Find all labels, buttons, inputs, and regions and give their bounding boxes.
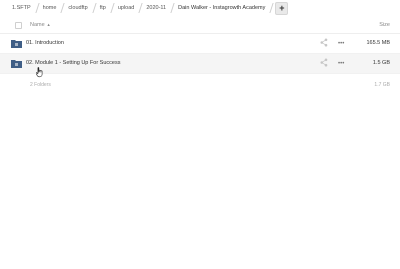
file-name[interactable]: 01. Introduction [26, 40, 64, 46]
sort-ascending-icon: ▲ [46, 22, 51, 27]
name-column-label: Name [30, 22, 45, 28]
file-size: 1.5 GB [372, 60, 390, 66]
breadcrumb-item-upload[interactable]: upload [115, 2, 144, 14]
folder-icon [11, 59, 22, 70]
file-size: 165.5 MB [366, 40, 390, 46]
share-icon[interactable] [320, 38, 328, 49]
name-column-header[interactable]: Name ▲ [30, 22, 51, 28]
folder-icon [11, 39, 22, 50]
hand-cursor-icon [35, 65, 44, 83]
total-size: 1.7 GB [374, 82, 390, 88]
breadcrumb-item-sftp[interactable]: 1.SFTP [6, 2, 40, 14]
table-row[interactable]: 02. Module 1 - Setting Up For Success ••… [0, 54, 400, 74]
add-button[interactable]: + [275, 1, 289, 15]
breadcrumb-item-ftp[interactable]: ftp [97, 2, 115, 14]
list-summary: 2 Folders 1.7 GB [0, 80, 400, 90]
share-icon[interactable] [320, 58, 328, 69]
breadcrumb-item-2020-11[interactable]: 2020-11 [143, 2, 175, 14]
breadcrumb-item-cloudftp[interactable]: cloudftp [65, 2, 96, 14]
breadcrumb: 1.SFTP home cloudftp ftp upload 2020-11 … [6, 1, 289, 15]
file-list-header: Name ▲ Size [0, 16, 400, 34]
table-row[interactable]: 01. Introduction ••• 165.5 MB [0, 34, 400, 54]
select-all-checkbox[interactable] [15, 22, 22, 29]
more-options-icon[interactable]: ••• [338, 61, 344, 67]
breadcrumb-item-home[interactable]: home [40, 2, 66, 14]
more-options-icon[interactable]: ••• [338, 41, 344, 47]
breadcrumb-item-current-folder[interactable]: Dain Walker - Instagrowth Academy [175, 2, 274, 14]
size-column-header[interactable]: Size [379, 22, 390, 28]
